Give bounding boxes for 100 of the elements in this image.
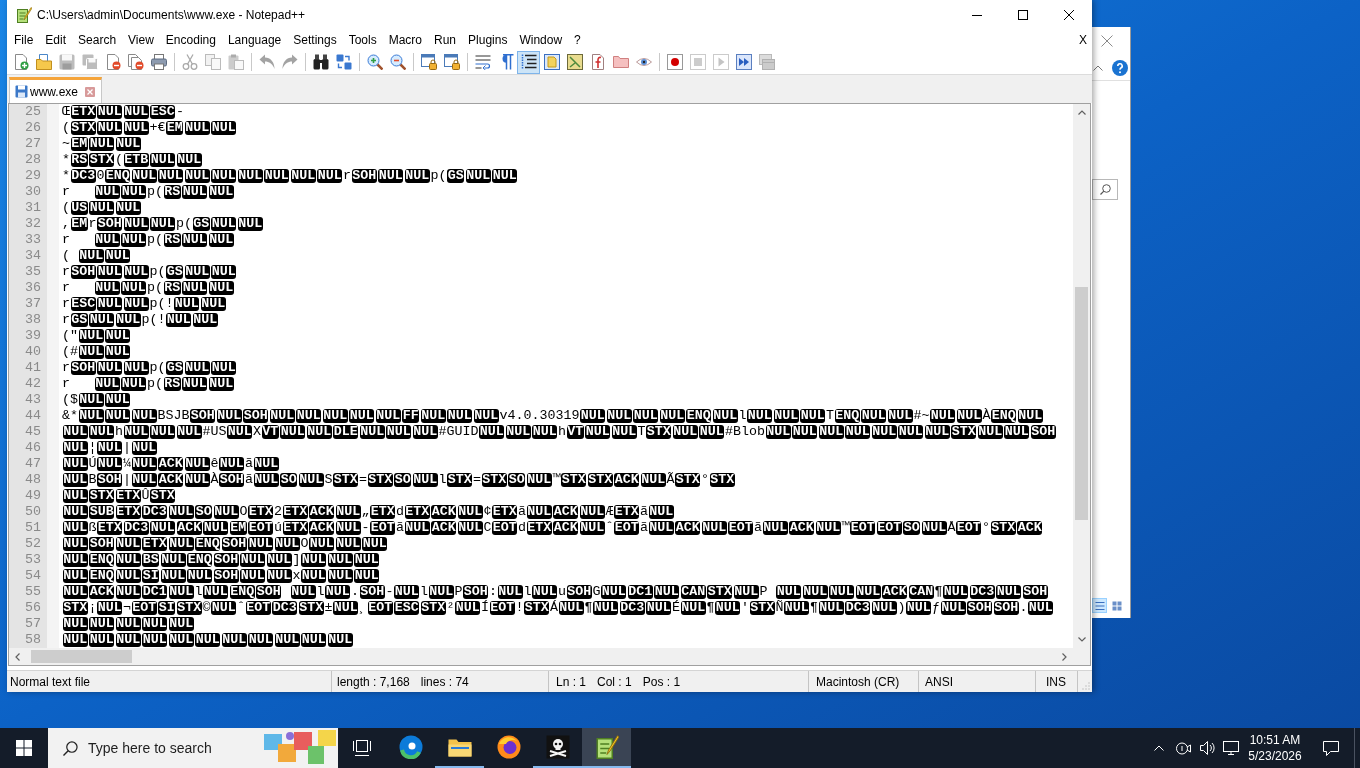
code-text: S <box>324 472 333 488</box>
control-char-badge: NUL <box>97 297 123 311</box>
menu-item[interactable]: Plugins <box>462 30 514 50</box>
control-char-badge: NUL <box>580 409 606 423</box>
control-char-badge: GS <box>70 313 88 327</box>
control-char-badge: DC3 <box>123 521 149 535</box>
control-char-badge: DC3 <box>142 505 168 519</box>
vertical-scrollbar[interactable] <box>1073 104 1090 648</box>
control-char-badge: NUL <box>640 473 666 487</box>
control-char-badge: SOH <box>97 217 123 231</box>
speaker-icon[interactable] <box>1199 741 1215 755</box>
puzzle-illustration <box>264 730 336 766</box>
control-char-badge: NUL <box>309 537 335 551</box>
line-number: 32 <box>25 216 41 232</box>
code-text: ƒ <box>932 600 940 616</box>
taskbar-app-button[interactable] <box>582 728 631 768</box>
menu-item[interactable]: Tools <box>342 30 383 50</box>
code-text: d <box>518 520 526 536</box>
control-char-badge: NUL <box>213 505 239 519</box>
control-char-badge: NUL <box>802 585 828 599</box>
menu-item[interactable]: View <box>122 30 160 50</box>
code-text: „ <box>361 504 370 520</box>
search-input[interactable]: Type here to search <box>88 737 238 759</box>
menu-item[interactable]: Run <box>428 30 463 50</box>
control-char-badge: NUL <box>680 601 706 615</box>
network-monitor-icon[interactable] <box>1223 741 1239 755</box>
line-number: 35 <box>25 264 41 280</box>
control-char-badge: NUL <box>168 585 194 599</box>
menu-item[interactable]: Encoding <box>159 30 222 50</box>
code-text: ã <box>396 520 404 536</box>
chevron-up-icon <box>1077 110 1086 115</box>
file-tab[interactable]: www.exe <box>9 77 103 103</box>
control-char-badge: ACK <box>553 505 579 519</box>
menu-item[interactable]: File <box>8 30 40 50</box>
code-text: Á <box>550 600 558 616</box>
control-char-badge: ENQ <box>187 553 213 567</box>
menu-item[interactable]: Language <box>221 30 288 50</box>
menu-item[interactable]: Window <box>513 30 569 50</box>
control-char-badge: NUL <box>62 585 88 599</box>
search-field[interactable]: Type here to search <box>48 728 338 768</box>
video-camera-icon[interactable] <box>1175 740 1191 756</box>
control-char-badge: SOH <box>190 409 216 423</box>
control-char-badge: NUL <box>62 441 88 455</box>
control-char-badge: NUL <box>362 537 388 551</box>
control-char-badge: NUL <box>924 425 950 439</box>
control-char-badge: NUL <box>211 121 237 135</box>
view-button[interactable] <box>1092 598 1107 613</box>
code-text: u <box>558 584 566 600</box>
control-char-badge: RS <box>163 185 181 199</box>
code-text: | <box>123 440 131 456</box>
code-text: h <box>115 424 123 440</box>
control-char-badge: SOH <box>70 265 96 279</box>
menu-item[interactable]: Settings <box>287 30 343 50</box>
code-text: - <box>176 104 184 120</box>
control-char-badge: NUL <box>94 185 120 199</box>
search-field[interactable] <box>1092 179 1118 200</box>
control-char-badge: NUL <box>123 361 149 375</box>
help-icon[interactable] <box>1112 59 1128 76</box>
control-char-badge: FF <box>402 409 420 423</box>
control-char-badge: GS <box>166 265 184 279</box>
menu-item[interactable]: Search <box>72 30 123 50</box>
control-char-badge: NUL <box>845 425 871 439</box>
status-text: Col : 1 <box>597 673 632 691</box>
line-number: 47 <box>25 456 41 472</box>
minimize-icon <box>972 14 982 16</box>
close-document-button[interactable]: X <box>1078 30 1088 50</box>
window-title: C:\Users\admin\Documents\www.exe - Notepad++ <box>37 7 306 24</box>
control-char-badge: STX <box>675 473 701 487</box>
control-char-badge: NUL <box>176 425 202 439</box>
notification-icon[interactable] <box>1322 740 1339 756</box>
control-char-badge: NUL <box>115 585 141 599</box>
close-icon[interactable] <box>1101 35 1113 47</box>
control-char-badge: NUL <box>327 553 353 567</box>
control-char-badge: NUL <box>473 409 499 423</box>
code-text: p( <box>149 264 166 280</box>
line-number: 43 <box>25 392 41 408</box>
menu-item[interactable]: ? <box>568 30 587 50</box>
control-char-badge: NUL <box>121 377 147 391</box>
control-char-badge: VT <box>566 425 584 439</box>
control-char-badge: NUL <box>176 153 202 167</box>
control-char-badge: EOT <box>245 601 271 615</box>
menu-item[interactable]: Macro <box>382 30 428 50</box>
control-char-badge: NUL <box>762 521 788 535</box>
code-text: ° <box>982 520 990 536</box>
horizontal-scrollbar[interactable] <box>9 648 1073 665</box>
code-text: ¦ <box>88 440 97 456</box>
code-text: v4.0.30319 <box>499 408 580 424</box>
control-char-badge: ETX <box>370 505 396 519</box>
scrollbar-thumb[interactable] <box>31 650 132 663</box>
scrollbar-thumb[interactable] <box>1075 287 1088 520</box>
control-char-badge: NUL <box>815 521 841 535</box>
control-char-badge: NUL <box>182 185 208 199</box>
control-char-badge: BS <box>142 553 160 567</box>
line-number: 27 <box>25 136 41 152</box>
control-char-badge: NUL <box>290 585 316 599</box>
control-char-badge: NUL <box>160 553 186 567</box>
menu-item[interactable]: Edit <box>39 30 73 50</box>
control-char-badge: NUL <box>184 265 210 279</box>
code-text: ¶ <box>584 600 593 616</box>
code-text: T <box>826 408 834 424</box>
